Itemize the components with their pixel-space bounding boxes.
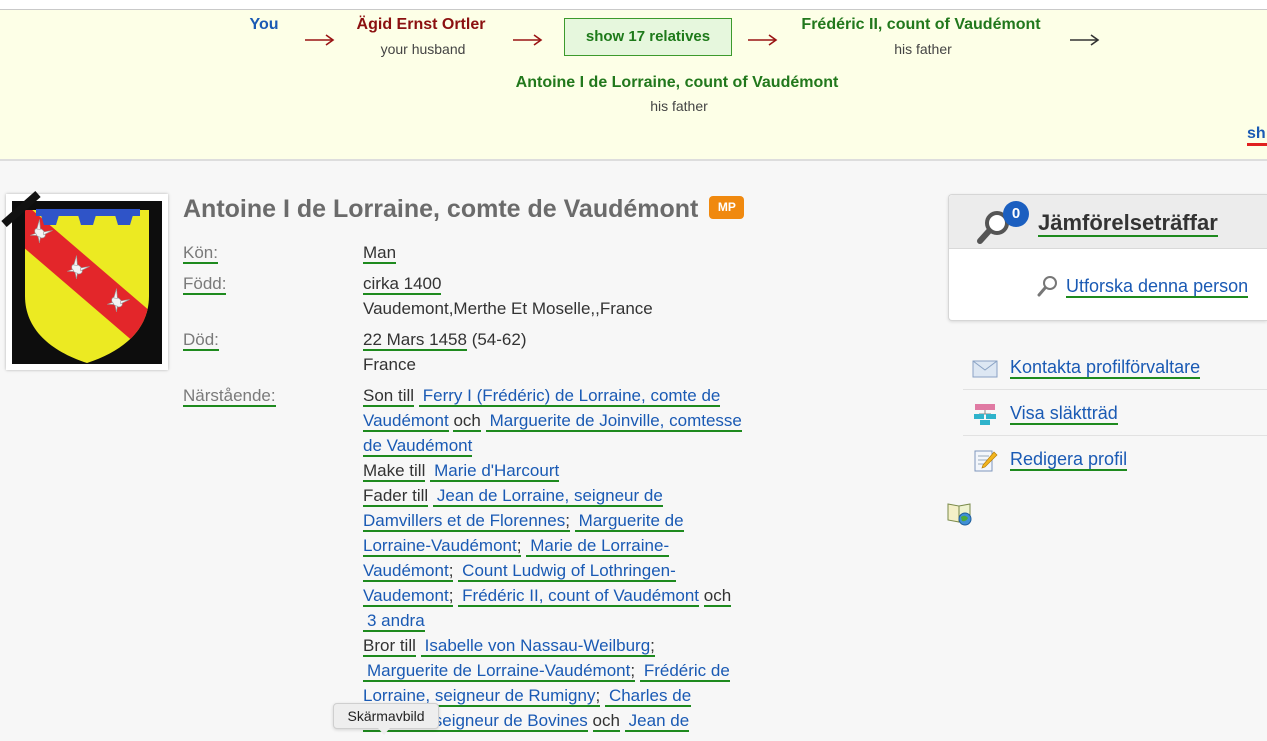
separator: ; bbox=[516, 536, 522, 557]
separator: ; bbox=[448, 561, 454, 582]
profile-actions: Kontakta profilförvaltare Visa släktträd… bbox=[963, 344, 1267, 482]
matches-card: 0 Jämförelseträffar Utforska denna perso… bbox=[948, 194, 1267, 321]
relative-link[interactable]: Isabelle von Nassau-Weilburg bbox=[420, 636, 651, 657]
action-contact-manager[interactable]: Kontakta profilförvaltare bbox=[963, 344, 1267, 390]
conjunction: och bbox=[453, 411, 481, 432]
separator: ; bbox=[595, 686, 601, 707]
age-at-death: (54-62) bbox=[471, 330, 527, 349]
action-label[interactable]: Redigera profil bbox=[1010, 449, 1128, 471]
path-relation-label: his father bbox=[894, 41, 952, 57]
relative-link-start: Charles de bbox=[608, 686, 692, 705]
relation-prefix: Make till bbox=[363, 461, 426, 482]
profile-header: Antoine I de Lorraine, comte de Vaudémon… bbox=[183, 194, 745, 224]
relation-prefix: Bror till bbox=[363, 636, 416, 657]
action-edit-profile[interactable]: Redigera profil bbox=[963, 436, 1267, 482]
arrow-right-icon bbox=[748, 34, 778, 46]
death-place: France bbox=[363, 355, 416, 374]
relation-prefix: Son till bbox=[363, 386, 415, 407]
separator: ; bbox=[565, 511, 570, 532]
search-icon bbox=[1037, 276, 1057, 297]
gender-value: Man bbox=[363, 243, 397, 264]
relation-son-of: Son till Ferry I (Frédéric) de Lorraine,… bbox=[363, 383, 744, 458]
relation-husband-of: Make till Marie d'Harcourt bbox=[363, 458, 744, 483]
birth-label: Född: bbox=[183, 274, 227, 295]
birth-date: cirka 1400 bbox=[363, 274, 442, 295]
relative-link[interactable]: Jean de bbox=[624, 711, 690, 732]
matches-card-header: 0 Jämförelseträffar bbox=[949, 195, 1267, 249]
tooltip: Skärmavbild bbox=[333, 703, 439, 729]
master-profile-badge[interactable]: MP bbox=[709, 195, 745, 219]
path-relation-label: your husband bbox=[380, 41, 466, 57]
relatives-label: Närstående: bbox=[183, 386, 276, 407]
family-tree-icon bbox=[974, 404, 996, 425]
birth-place: Vaudemont,Merthe Et Moselle,,France bbox=[363, 299, 653, 318]
action-view-tree[interactable]: Visa släktträd bbox=[963, 390, 1267, 436]
relative-link[interactable]: Marguerite de Lorraine-Vaudémont bbox=[363, 661, 631, 682]
conjunction: och bbox=[592, 711, 620, 732]
show-link[interactable]: sh bbox=[1247, 126, 1267, 146]
top-border bbox=[0, 0, 1267, 10]
path-person-father[interactable]: Frédéric II, count of Vaudémont bbox=[771, 16, 1071, 34]
gender-row: Kön: Man bbox=[183, 240, 753, 265]
relative-link-end: seigneur de Bovines bbox=[433, 711, 588, 730]
book-globe-icon[interactable] bbox=[946, 500, 974, 526]
envelope-icon bbox=[972, 360, 998, 378]
path-person-husband[interactable]: Ägid Ernst Ortler bbox=[321, 16, 521, 34]
edit-profile-icon bbox=[974, 450, 998, 472]
death-date: 22 Mars 1458 bbox=[363, 330, 467, 351]
matches-title[interactable]: Jämförelseträffar bbox=[1038, 210, 1218, 237]
more-relatives-link[interactable]: 3 andra bbox=[363, 611, 425, 632]
arrow-right-icon bbox=[513, 34, 543, 46]
profile-name: Antoine I de Lorraine, comte de Vaudémon… bbox=[183, 195, 699, 223]
explore-person-link[interactable]: Utforska denna person bbox=[1066, 276, 1249, 298]
separator: ; bbox=[448, 586, 454, 607]
you-link[interactable]: You bbox=[214, 16, 314, 34]
separator: ; bbox=[650, 636, 655, 657]
action-label[interactable]: Kontakta profilförvaltare bbox=[1010, 357, 1201, 379]
relative-link[interactable]: Frédéric II, count of Vaudémont bbox=[458, 586, 700, 607]
show-relatives-button[interactable]: show 17 relatives bbox=[564, 18, 732, 56]
conjunction: och bbox=[703, 586, 732, 607]
match-count-badge[interactable]: 0 bbox=[1003, 201, 1029, 227]
death-label: Död: bbox=[183, 330, 219, 351]
death-row: Död: 22 Mars 1458 (54-62) France bbox=[183, 327, 753, 377]
arrow-right-icon bbox=[1070, 34, 1100, 46]
mourning-ribbon-icon bbox=[1, 191, 41, 227]
tooltip-pointer bbox=[378, 728, 390, 735]
path-relation-label: his father bbox=[650, 98, 708, 114]
action-label[interactable]: Visa släktträd bbox=[1010, 403, 1118, 425]
birth-row: Född: cirka 1400 Vaudemont,Merthe Et Mos… bbox=[183, 271, 753, 321]
profile-facts: Kön: Man Född: cirka 1400 Vaudemont,Mert… bbox=[183, 240, 753, 739]
relatives-row: Närstående: Son till Ferry I (Frédéric) … bbox=[183, 383, 753, 733]
gender-label: Kön: bbox=[183, 243, 218, 264]
path-person-grandfather[interactable]: Antoine I de Lorraine, count of Vaudémon… bbox=[477, 74, 877, 92]
separator: ; bbox=[630, 661, 636, 682]
relation-prefix: Fader till bbox=[363, 486, 429, 507]
relation-father-of: Fader till Jean de Lorraine, seigneur de… bbox=[363, 483, 744, 633]
relatives-list: Son till Ferry I (Frédéric) de Lorraine,… bbox=[363, 383, 744, 733]
relative-link[interactable]: Marie d'Harcourt bbox=[430, 461, 560, 482]
